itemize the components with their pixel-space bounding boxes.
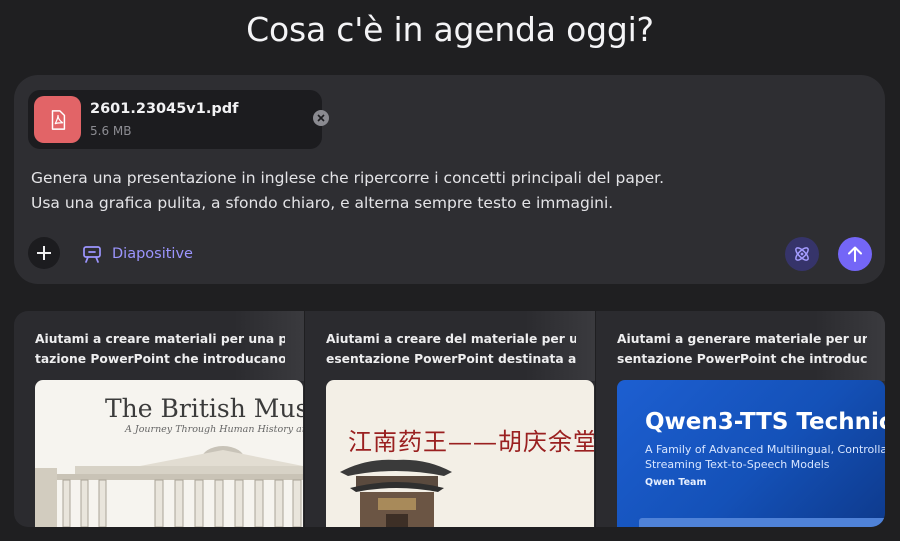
thumbnail-band [639, 518, 885, 527]
atom-icon [795, 247, 809, 261]
page-title: Cosa c'è in agenda oggi? [246, 10, 654, 49]
prompt-line: Usa una grafica pulita, a sfondo chiaro,… [31, 194, 614, 212]
suggestion-text: Aiutami a generare materiale per una pre… [617, 329, 867, 369]
suggestion-cards: Aiutami a creare materiali per una prese… [14, 311, 885, 527]
museum-building-image [35, 446, 303, 527]
slide-thumbnail: 江南药王——胡庆余堂 [326, 380, 594, 527]
remove-attachment-icon[interactable] [313, 110, 329, 126]
send-button[interactable] [838, 237, 872, 271]
arrow-up-icon [848, 246, 862, 262]
thumbnail-subtitle-line: A Family of Advanced Multilingual, Contr… [645, 443, 885, 456]
suggestion-text: Aiutami a creare del materiale per una p… [326, 329, 576, 369]
suggestion-line: tazione PowerPoint che introducano il ".… [35, 352, 285, 366]
suggestion-card-hu-qing-yu-tang[interactable]: Aiutami a creare del materiale per una p… [305, 311, 595, 527]
prompt-input[interactable]: Genera una presentazione in inglese che … [31, 166, 851, 216]
suggestion-line: sentazione PowerPoint che introduca l'..… [617, 352, 867, 366]
thumbnail-author: Qwen Team [645, 477, 707, 488]
slide-thumbnail: Qwen3-TTS Technical A Family of Advanced… [617, 380, 885, 527]
attachment-chip[interactable]: 2601.23045v1.pdf 5.6 MB [28, 90, 329, 149]
suggestion-line: Aiutami a creare materiali per una prese… [35, 332, 285, 346]
suggestion-text: Aiutami a creare materiali per una prese… [35, 329, 285, 369]
presentation-icon [83, 246, 101, 263]
suggestion-line: Aiutami a creare del materiale per una p… [326, 332, 576, 346]
suggestion-line: Aiutami a generare materiale per una pre [617, 332, 867, 346]
plus-icon [37, 246, 51, 260]
slide-thumbnail: The British Muse A Journey Through Human… [35, 380, 303, 527]
pagoda-image [340, 459, 452, 527]
prompt-composer: 2601.23045v1.pdf 5.6 MB Genera una prese… [14, 75, 885, 284]
thumbnail-subtitle: A Family of Advanced Multilingual, Contr… [645, 442, 885, 472]
slides-tool-label: Diapositive [112, 246, 193, 262]
model-toggle-button[interactable] [785, 237, 819, 271]
prompt-line: Genera una presentazione in inglese che … [31, 169, 665, 187]
pdf-icon [34, 96, 81, 143]
suggestion-card-british-museum[interactable]: Aiutami a creare materiali per una prese… [14, 311, 304, 527]
suggestion-line: esentazione PowerPoint destinata a ba... [326, 352, 576, 366]
attachment-name: 2601.23045v1.pdf [90, 101, 239, 117]
add-button[interactable] [28, 237, 60, 269]
thumbnail-title: Qwen3-TTS Technical [645, 409, 885, 435]
suggestion-card-qwen3-tts[interactable]: Aiutami a generare materiale per una pre… [596, 311, 885, 527]
attachment-size: 5.6 MB [90, 124, 132, 138]
slides-tool-button[interactable]: Diapositive [82, 241, 193, 267]
thumbnail-subtitle-line: Streaming Text-to-Speech Models [645, 458, 830, 471]
